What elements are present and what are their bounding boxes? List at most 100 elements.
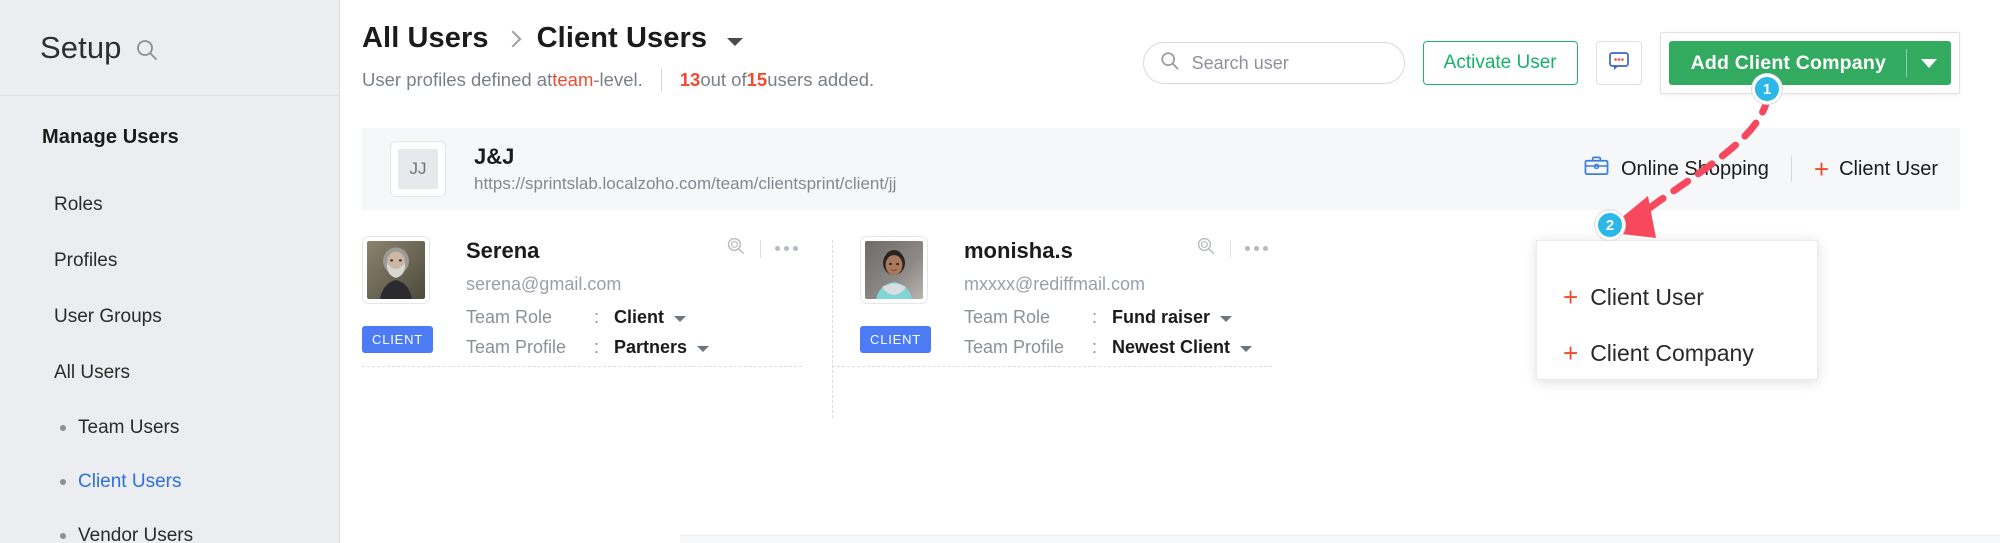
colon: : <box>1092 337 1112 358</box>
avatar <box>362 236 430 304</box>
search-input[interactable] <box>1192 53 1388 74</box>
sidebar-item-all-users[interactable]: All Users <box>0 345 339 401</box>
page-header: All Users Client Users User profiles def… <box>340 0 2000 128</box>
more-horizontal-icon[interactable] <box>775 246 798 251</box>
zoom-search-icon[interactable] <box>726 236 746 261</box>
plus-icon: + <box>1563 340 1578 366</box>
card-divider <box>832 366 1272 367</box>
sidebar-item-label: Profiles <box>54 250 117 271</box>
team-profile-value[interactable]: Partners <box>614 337 687 358</box>
user-count-total: 15 <box>747 69 768 91</box>
colon: : <box>594 337 614 358</box>
chevron-down-icon[interactable] <box>727 38 743 46</box>
add-client-company-dropdown-toggle[interactable] <box>1907 59 1951 68</box>
menu-item-label: Client Company <box>1590 340 1754 367</box>
sidebar-item-vendor-users[interactable]: Vendor Users <box>0 509 339 543</box>
search-icon <box>1160 51 1180 76</box>
chevron-down-icon[interactable] <box>1220 316 1232 322</box>
chevron-down-icon[interactable] <box>697 346 709 352</box>
app-root: Setup Manage Users Roles Profiles User G… <box>0 0 2000 543</box>
sidebar-item-label: All Users <box>54 362 130 383</box>
dot <box>793 246 798 251</box>
add-client-user-link[interactable]: + Client User <box>1792 156 1938 182</box>
team-profile-row: Team Profile : Newest Client <box>964 337 1272 358</box>
subtitle-prefix: User profiles defined at <box>362 69 552 91</box>
company-actions: Online Shopping + Client User <box>1584 155 1938 183</box>
company-name: J&J <box>474 144 896 170</box>
team-profile-value[interactable]: Newest Client <box>1112 337 1230 358</box>
menu-item-client-user[interactable]: + Client User <box>1537 269 1817 325</box>
sidebar-item-label: Roles <box>54 194 103 215</box>
sidebar-item-user-groups[interactable]: User Groups <box>0 289 339 345</box>
setup-title: Setup <box>40 30 122 66</box>
card-tools <box>1196 236 1268 261</box>
sidebar-nav: Manage Users Roles Profiles User Groups … <box>0 96 339 543</box>
chevron-down-icon <box>1921 59 1937 68</box>
sidebar-subitem-label: Team Users <box>78 417 179 438</box>
chevron-down-icon[interactable] <box>1240 346 1252 352</box>
card-vertical-divider <box>832 240 833 418</box>
status-badge: CLIENT <box>362 326 433 353</box>
avatar-photo-woman <box>865 241 923 299</box>
sidebar-item-roles[interactable]: Roles <box>0 177 339 233</box>
sidebar-section-manage-users: Manage Users <box>0 126 339 149</box>
more-horizontal-icon[interactable] <box>1245 246 1268 251</box>
search-icon[interactable] <box>136 35 158 61</box>
breadcrumb: All Users Client Users <box>362 22 874 55</box>
team-profile-row: Team Profile : Partners <box>466 337 802 358</box>
activate-user-button[interactable]: Activate User <box>1423 41 1578 85</box>
menu-item-client-company[interactable]: + Client Company <box>1537 325 1817 381</box>
plus-icon: + <box>1563 284 1578 310</box>
subtitle-divider <box>661 69 662 91</box>
chevron-down-icon[interactable] <box>674 316 686 322</box>
user-email: mxxxx@rediffmail.com <box>964 274 1272 295</box>
sidebar-item-team-users[interactable]: Team Users <box>0 401 339 455</box>
user-count-mid: out of <box>700 69 746 91</box>
company-url[interactable]: https://sprintslab.localzoho.com/team/cl… <box>474 174 896 194</box>
status-badge: CLIENT <box>860 326 931 353</box>
team-role-row: Team Role : Fund raiser <box>964 307 1272 328</box>
team-role-label: Team Role <box>964 307 1092 328</box>
online-shopping-link[interactable]: Online Shopping <box>1584 155 1791 183</box>
company-initials: JJ <box>398 149 438 189</box>
tool-divider <box>1230 240 1231 258</box>
user-card: CLIENT Serena serena@gmail.com Team Role… <box>362 236 832 367</box>
briefcase-icon <box>1584 155 1609 183</box>
avatar-column: CLIENT <box>362 236 436 367</box>
team-role-value[interactable]: Client <box>614 307 664 328</box>
dot <box>1263 246 1268 251</box>
zoom-search-icon[interactable] <box>1196 236 1216 261</box>
company-meta: J&J https://sprintslab.localzoho.com/tea… <box>474 144 896 194</box>
header-titles: All Users Client Users User profiles def… <box>362 22 874 91</box>
breadcrumb-all-users[interactable]: All Users <box>362 22 489 55</box>
dot <box>1245 246 1250 251</box>
breadcrumb-client-users[interactable]: Client Users <box>537 22 707 55</box>
team-profile-label: Team Profile <box>466 337 594 358</box>
sidebar-item-profiles[interactable]: Profiles <box>0 233 339 289</box>
company-row: JJ J&J https://sprintslab.localzoho.com/… <box>362 128 1960 210</box>
card-tools <box>726 236 798 261</box>
add-client-user-label: Client User <box>1839 158 1938 181</box>
subtitle-suffix: -level. <box>593 69 642 91</box>
sidebar-subitem-label: Client Users <box>78 471 181 492</box>
colon: : <box>594 307 614 328</box>
add-client-company-button[interactable]: Add Client Company <box>1669 41 1951 85</box>
sidebar-subitem-label: Vendor Users <box>78 525 193 543</box>
chat-bubble-icon <box>1607 49 1631 78</box>
dot <box>784 246 789 251</box>
plus-icon: + <box>1814 156 1829 182</box>
user-email: serena@gmail.com <box>466 274 802 295</box>
annotation-badge-1: 1 <box>1752 74 1782 104</box>
feedback-button[interactable] <box>1596 41 1642 85</box>
search-user-box[interactable] <box>1143 42 1405 84</box>
avatar-column: CLIENT <box>860 236 934 367</box>
subtitle-accent: team <box>552 69 593 91</box>
team-role-value[interactable]: Fund raiser <box>1112 307 1210 328</box>
sidebar-item-client-users[interactable]: Client Users <box>0 455 339 509</box>
colon: : <box>1092 307 1112 328</box>
chevron-right-icon <box>504 30 521 47</box>
footer-strip <box>680 535 2000 543</box>
annotation-badge-2: 2 <box>1595 210 1625 240</box>
team-role-label: Team Role <box>466 307 594 328</box>
team-role-row: Team Role : Client <box>466 307 802 328</box>
